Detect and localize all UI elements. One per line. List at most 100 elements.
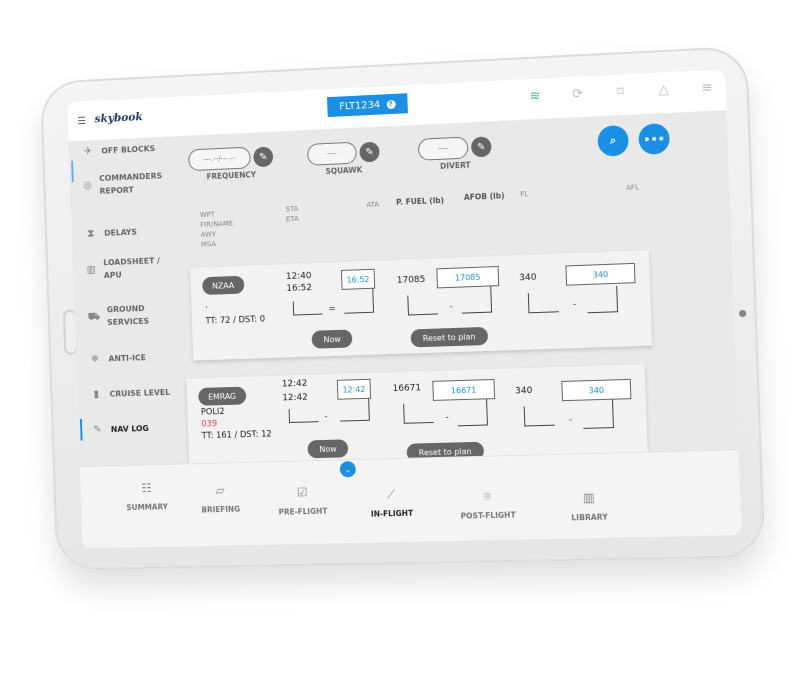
tt-dst: TT: 161 / DST: 12 (201, 429, 272, 442)
sidebar-item-delays[interactable]: ⧗ DELAYS (72, 223, 178, 243)
afob-input[interactable]: 17085 (436, 266, 500, 289)
header-planned-fuel: P. FUEL (lb) (395, 195, 445, 207)
afl-input[interactable]: 340 (565, 262, 636, 286)
sidebar-item-off-blocks[interactable]: ✈ OFF BLOCKS (69, 140, 175, 161)
chevron-down-icon: ⌄ (344, 464, 352, 474)
header-fl: FL (520, 190, 529, 199)
pencil-icon: ✎ (476, 141, 486, 153)
tab-briefing[interactable]: ▱ BRIEFING (176, 482, 264, 515)
checklist-icon: ☑ (296, 485, 308, 500)
wifi-icon[interactable]: ≋ (527, 89, 544, 105)
bookmark-icon[interactable]: ⌑ (612, 84, 629, 101)
camera (738, 309, 747, 318)
nav-log-row: NZAA . TT: 72 / DST: 0 12:40 16:52 16:52… (190, 250, 653, 361)
sidebar-item-anti-ice[interactable]: ❄ ANTI-ICE (76, 349, 182, 368)
ata-input[interactable]: 12:42 (336, 378, 372, 400)
info-icon: ? (386, 99, 396, 109)
bracket-right (456, 399, 488, 427)
snowflake-icon: ❄ (90, 353, 100, 365)
separator: = (328, 304, 337, 315)
reset-to-plan-button[interactable]: Reset to plan (410, 326, 488, 348)
ruler-icon: ▮ (93, 389, 100, 401)
books-icon: ▥ (582, 490, 595, 505)
app-logo: skybook (94, 110, 143, 126)
hamburger-menu-icon[interactable]: ☰ (77, 116, 87, 127)
fl-value: 340 (514, 385, 533, 397)
bell-icon[interactable]: △ (655, 82, 672, 98)
separator: - (449, 301, 454, 313)
fir-name: . (204, 300, 208, 311)
now-button[interactable]: Now (311, 329, 353, 349)
tt-dst: TT: 72 / DST: 0 (205, 314, 266, 327)
fir-name: POLI2 (200, 407, 225, 418)
divert-field-group: ---- ✎ DIVERT (417, 135, 492, 171)
eta-value: 16:52 (286, 283, 313, 294)
report-icon: ◎ (83, 180, 92, 192)
separator: - (445, 412, 449, 423)
frequency-field-group: ---.--/---.-- ✎ FREQUENCY (188, 146, 274, 182)
separator: - (572, 299, 577, 310)
eta-value: 12:42 (282, 392, 308, 404)
squawk-field-group: ---- ✎ SQUAWK (306, 141, 380, 177)
bracket-right (582, 399, 614, 429)
search-icon: ⌕ (609, 133, 617, 148)
sta-value: 12:40 (285, 271, 312, 283)
now-button[interactable]: Now (307, 439, 349, 459)
bracket-left (407, 294, 438, 316)
flight-badge[interactable]: FLT1234 ? (327, 93, 408, 118)
afob-input[interactable]: 16671 (432, 378, 496, 401)
nav-log-panel: ---.--/---.-- ✎ FREQUENCY ---- ✎ SQUAWK … (182, 110, 735, 472)
top-icons: ≋ ⟳ ⌑ △ ≡ (527, 80, 716, 104)
sync-icon[interactable]: ⟳ (569, 86, 586, 103)
waypoint-badge[interactable]: EMRAG (198, 386, 247, 406)
sidebar-item-cruise-level[interactable]: ▮ CRUISE LEVEL (77, 385, 183, 404)
bracket-right (461, 286, 493, 314)
more-options-button[interactable]: ••• (638, 123, 671, 155)
luggage-icon: ▥ (86, 264, 96, 276)
squawk-edit-button[interactable]: ✎ (359, 141, 380, 163)
bracket-right (343, 288, 375, 314)
waypoint-badge[interactable]: NZAA (202, 275, 245, 296)
divert-input[interactable]: ---- (417, 136, 469, 161)
ellipsis-icon: ••• (643, 131, 666, 147)
separator: - (324, 411, 328, 423)
tab-library[interactable]: ▥ LIBRARY (543, 490, 636, 523)
ata-input[interactable]: 16:52 (340, 268, 376, 290)
search-button[interactable]: ⌕ (597, 124, 629, 157)
header-wpt: WPT FIR/NAME AWY MSA (199, 210, 234, 250)
airway: 039 (201, 419, 218, 430)
divert-label: DIVERT (439, 160, 471, 171)
planned-fuel-value: 17085 (396, 274, 426, 286)
divert-edit-button[interactable]: ✎ (470, 136, 492, 158)
fl-value: 340 (519, 272, 537, 284)
bottom-navigation: ☷ SUMMARY ▱ BRIEFING ☑ PRE-FLIGHT ⟋ IN-F… (79, 449, 742, 549)
app-screen: ☰ skybook FLT1234 ? ≋ ⟳ ⌑ △ ≡ ✈ OFF BLOC… (67, 69, 742, 549)
sidebar-item-commanders-report[interactable]: ◎ COMMANDERS REPORT (70, 170, 167, 199)
pencil-icon: ✎ (365, 146, 374, 158)
bracket-right (586, 285, 619, 314)
header-afl: AFL (625, 183, 640, 193)
sidebar-item-nav-log[interactable]: ✎ NAV LOG (78, 420, 184, 439)
hourglass-icon: ⧗ (87, 228, 95, 240)
header-sta-eta: STA ETA (285, 205, 299, 224)
tab-pre-flight[interactable]: ☑ PRE-FLIGHT (258, 484, 347, 517)
plane-takeoff-icon: ✈ (83, 146, 93, 158)
sidebar: ✈ OFF BLOCKS ◎ COMMANDERS REPORT ⧗ DELAY… (69, 136, 186, 464)
pencil-icon: ✎ (258, 151, 268, 163)
tab-in-flight[interactable]: ⟋ IN-FLIGHT (346, 486, 437, 519)
afl-input[interactable]: 340 (561, 378, 632, 402)
separator: - (568, 415, 573, 426)
frequency-input[interactable]: ---.--/---.-- (188, 146, 251, 172)
sidebar-item-ground-services[interactable]: ⛟ GROUND SERVICES (74, 302, 161, 330)
flight-number: FLT1234 (339, 99, 381, 113)
tab-post-flight[interactable]: ⌾ POST-FLIGHT (442, 488, 534, 521)
list-icon: ☷ (141, 481, 152, 496)
edit-icon: ✎ (93, 424, 102, 436)
settings-sliders-icon[interactable]: ≡ (699, 80, 716, 96)
sidebar-item-loadsheet-apu[interactable]: ▥ LOADSHEET / APU (73, 255, 170, 284)
header-afob: AFOB (lb) (463, 191, 505, 202)
squawk-input[interactable]: ---- (306, 141, 358, 166)
bracket-left (292, 300, 323, 316)
bracket-left (288, 408, 319, 424)
frequency-edit-button[interactable]: ✎ (253, 146, 274, 168)
